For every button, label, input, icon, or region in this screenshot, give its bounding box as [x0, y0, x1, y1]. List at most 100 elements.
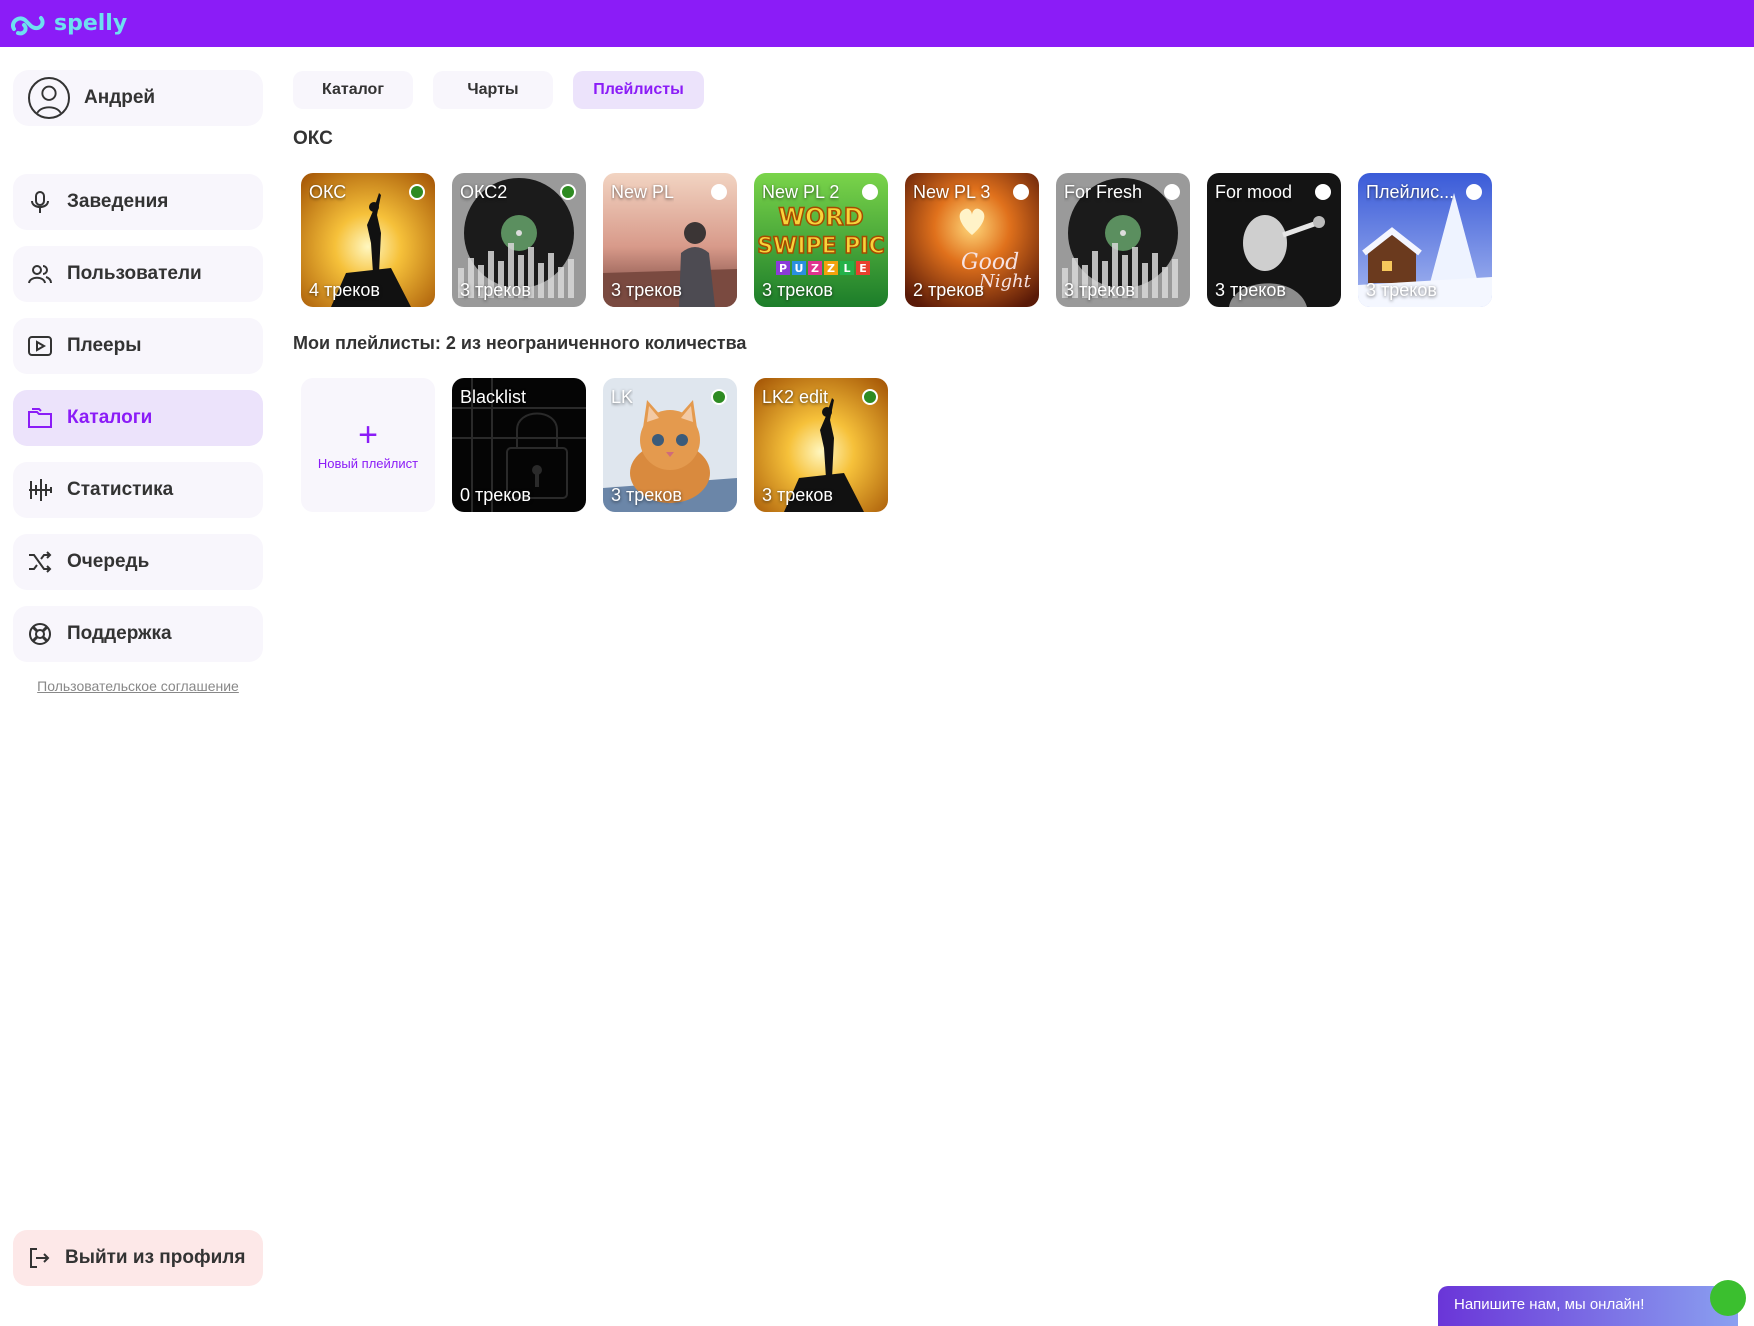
playlist-track-count: 3 треков: [611, 280, 682, 300]
playlist-track-count: 3 треков: [762, 485, 833, 505]
playlist-card[interactable]: For mood 3 треков: [1207, 173, 1341, 307]
playlist-track-count: 2 треков: [913, 280, 984, 300]
playlist-active-toggle[interactable]: [862, 184, 878, 200]
sidebar-item-label: Пользователи: [67, 263, 202, 284]
playlist-track-count: 0 треков: [460, 485, 531, 505]
tab-charts[interactable]: Чарты: [433, 71, 553, 109]
sidebar: Андрей Заведения Пользователи Плееры Кат…: [13, 70, 263, 694]
tab-playlists[interactable]: Плейлисты: [573, 71, 704, 109]
playlist-track-count: 3 треков: [762, 280, 833, 300]
spelly-logo-icon: [11, 15, 45, 35]
playlist-active-toggle[interactable]: [862, 389, 878, 405]
okc-playlist-row: ОКС 4 треков ОКС2 3 треков New PL 3 трек…: [301, 173, 1492, 307]
sidebar-item-players[interactable]: Плееры: [13, 318, 263, 374]
logout-icon: [30, 1248, 50, 1268]
sidebar-item-support[interactable]: Поддержка: [13, 606, 263, 662]
svg-text:Z: Z: [811, 262, 819, 275]
sidebar-nav: Заведения Пользователи Плееры Каталоги С…: [13, 174, 263, 662]
playlist-title: Blacklist: [460, 387, 527, 407]
play-icon: [28, 336, 52, 356]
sidebar-item-label: Статистика: [67, 479, 174, 500]
sidebar-item-statistics[interactable]: Статистика: [13, 462, 263, 518]
users-icon: [28, 265, 52, 284]
playlist-title: LK2 edit: [762, 387, 829, 407]
logout-button[interactable]: Выйти из профиля: [13, 1230, 263, 1286]
playlist-title: For mood: [1215, 182, 1293, 202]
playlist-card[interactable]: Плейлис... 3 треков: [1358, 173, 1492, 307]
playlist-card[interactable]: LK 3 треков: [603, 378, 737, 512]
plus-icon: +: [358, 415, 378, 454]
playlist-active-toggle[interactable]: [711, 389, 727, 405]
playlist-track-count: 4 треков: [309, 280, 380, 300]
user-name: Андрей: [84, 87, 156, 108]
playlist-card[interactable]: WORD SWIPE PIC P U Z Z L E New PL 2 3 тр…: [754, 173, 888, 307]
chat-label: Напишите нам, мы онлайн!: [1454, 1296, 1645, 1313]
chat-widget[interactable]: Напишите нам, мы онлайн!: [1438, 1280, 1746, 1326]
tab-catalog[interactable]: Каталог: [293, 71, 413, 109]
playlist-track-count: 3 треков: [1366, 280, 1437, 300]
shuffle-icon: [29, 551, 52, 573]
svg-text:P: P: [779, 262, 787, 275]
playlist-card[interactable]: For Fresh 3 треков: [1056, 173, 1190, 307]
logo-text: spelly: [54, 11, 128, 36]
playlist-track-count: 3 треков: [1064, 280, 1135, 300]
sidebar-item-label: Поддержка: [67, 623, 172, 644]
playlist-title: For Fresh: [1064, 182, 1143, 202]
user-agreement-link[interactable]: Пользовательское соглашение: [13, 678, 263, 694]
svg-text:Z: Z: [827, 262, 835, 275]
stats-icon: [29, 479, 52, 501]
logo[interactable]: spelly: [8, 9, 127, 39]
section-title-okc: ОКС: [293, 128, 333, 149]
svg-text:WORD: WORD: [778, 203, 863, 231]
playlist-title: ОКС: [309, 182, 347, 202]
playlist-title: LK: [611, 387, 634, 407]
playlist-active-toggle[interactable]: [1466, 184, 1482, 200]
playlist-card[interactable]: LK2 edit 3 треков: [754, 378, 888, 512]
playlist-track-count: 3 треков: [611, 485, 682, 505]
playlist-active-toggle[interactable]: [1164, 184, 1180, 200]
section-title-my-playlists: Мои плейлисты: 2 из неограниченного коли…: [293, 333, 747, 353]
playlist-card[interactable]: Good Night New PL 3 2 треков: [905, 173, 1039, 307]
playlist-title: Плейлис...: [1366, 182, 1455, 202]
playlist-active-toggle[interactable]: [560, 184, 576, 200]
lifebuoy-icon: [29, 623, 51, 645]
svg-text:E: E: [859, 262, 867, 275]
user-card[interactable]: Андрей: [13, 70, 263, 126]
playlist-active-toggle[interactable]: [409, 184, 425, 200]
new-playlist-button[interactable]: + Новый плейлист: [301, 378, 435, 512]
my-playlist-row: + Новый плейлист Blacklist 0 треков LK 3…: [301, 378, 888, 512]
playlist-card[interactable]: ОКС 4 треков: [301, 173, 435, 307]
mic-icon: [31, 191, 49, 213]
playlist-card[interactable]: Blacklist 0 треков: [452, 378, 586, 512]
catalog-tabs: Каталог Чарты Плейлисты: [293, 71, 704, 109]
sidebar-item-label: Заведения: [67, 191, 169, 212]
sidebar-item-label: Каталоги: [67, 407, 153, 428]
playlist-title: New PL 3: [913, 182, 991, 202]
playlist-title: New PL: [611, 182, 675, 202]
top-bar: spelly: [0, 0, 1754, 47]
svg-text:L: L: [843, 262, 850, 275]
sidebar-item-label: Плееры: [67, 335, 142, 356]
new-playlist-label: Новый плейлист: [317, 455, 419, 471]
svg-text:U: U: [795, 262, 804, 275]
sidebar-item-users[interactable]: Пользователи: [13, 246, 263, 302]
playlist-active-toggle[interactable]: [1013, 184, 1029, 200]
playlist-active-toggle[interactable]: [1315, 184, 1331, 200]
playlist-card[interactable]: New PL 3 треков: [603, 173, 737, 307]
playlist-card[interactable]: ОКС2 3 треков: [452, 173, 586, 307]
user-avatar-icon: [28, 77, 70, 119]
sidebar-item-catalogs[interactable]: Каталоги: [13, 390, 263, 446]
playlist-active-toggle[interactable]: [711, 184, 727, 200]
sidebar-item-venues[interactable]: Заведения: [13, 174, 263, 230]
folder-icon: [28, 408, 52, 428]
playlist-track-count: 3 треков: [460, 280, 531, 300]
playlist-track-count: 3 треков: [1215, 280, 1286, 300]
svg-text:SWIPE PIC: SWIPE PIC: [757, 234, 885, 259]
sidebar-item-label: Очередь: [67, 551, 150, 572]
svg-text:Night: Night: [978, 271, 1032, 292]
playlist-title: ОКС2: [460, 182, 508, 202]
logout-label: Выйти из профиля: [65, 1247, 246, 1268]
sidebar-item-queue[interactable]: Очередь: [13, 534, 263, 590]
chat-status-icon: [1710, 1280, 1746, 1316]
playlist-title: New PL 2: [762, 182, 840, 202]
